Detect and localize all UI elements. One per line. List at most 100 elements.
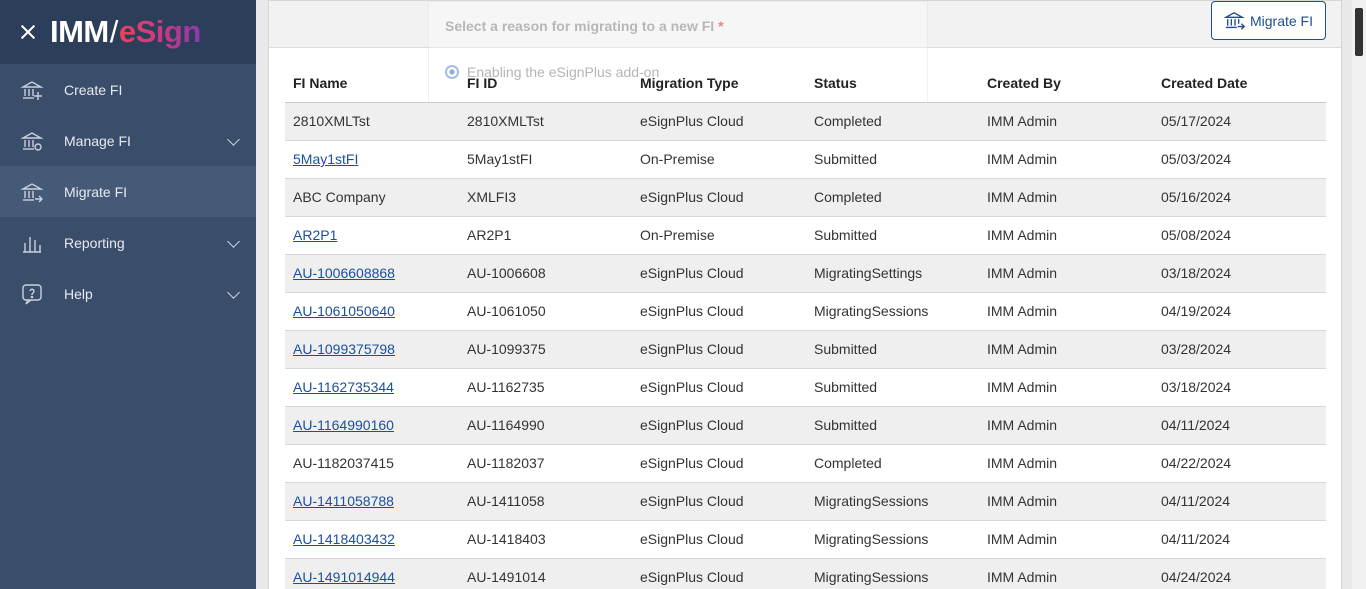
col-header-fi-name[interactable]: FI Name xyxy=(285,64,459,103)
scrollbar-thumb[interactable] xyxy=(1355,8,1363,56)
cell-created-by: IMM Admin xyxy=(979,178,1153,217)
table-row: AU-1182037415 AU-1182037 eSignPlus Cloud Co… xyxy=(285,444,1326,483)
sidebar-item-label: Help xyxy=(64,285,93,302)
cell-created-by: IMM Admin xyxy=(979,406,1153,445)
dialog-question: Select a reason for migrating to a new F… xyxy=(445,18,724,34)
bank-arrow-icon xyxy=(1223,11,1246,30)
cell-status: Completed xyxy=(806,444,979,483)
cell-fi-id: AU-1006608 xyxy=(459,254,632,293)
bank-gear-icon xyxy=(20,129,44,153)
cell-created-by: IMM Admin xyxy=(979,292,1153,331)
cell-migration-type: eSignPlus Cloud xyxy=(632,406,806,445)
cell-created-by: IMM Admin xyxy=(979,216,1153,255)
fi-name-link[interactable]: AU-1411058788 xyxy=(293,493,394,509)
cell-status: Completed xyxy=(806,178,979,217)
cell-created-date: 04/24/2024 xyxy=(1153,558,1326,589)
cell-migration-type: eSignPlus Cloud xyxy=(632,292,806,331)
logo-slash: / xyxy=(109,14,119,49)
cell-fi-id: AU-1491014 xyxy=(459,558,632,589)
fi-name-link[interactable]: AU-1418403432 xyxy=(293,531,395,547)
table-row: AU-1164990160 AU-1164990 eSignPlus Cloud Su… xyxy=(285,406,1326,445)
bank-arrow-icon xyxy=(20,180,44,204)
cell-fi-name: AU-1006608868 xyxy=(285,254,459,293)
table-row: 2810XMLTst 2810XMLTst eSignPlus Cloud Compl… xyxy=(285,102,1326,141)
table-row: AU-1491014944 AU-1491014 eSignPlus Cloud Mi… xyxy=(285,558,1326,589)
cell-migration-type: eSignPlus Cloud xyxy=(632,482,806,521)
cell-created-date: 03/18/2024 xyxy=(1153,254,1326,293)
cell-fi-name: AU-1162735344 xyxy=(285,368,459,407)
cell-fi-name: AR2P1 xyxy=(285,216,459,255)
cell-created-by: IMM Admin xyxy=(979,558,1153,589)
cell-migration-type: On-Premise xyxy=(632,216,806,255)
chevron-down-icon[interactable] xyxy=(227,286,240,299)
cell-fi-id: AU-1411058 xyxy=(459,482,632,521)
fi-name-link[interactable]: AU-1006608868 xyxy=(293,265,395,281)
close-icon[interactable] xyxy=(18,22,38,42)
col-header-migration-type[interactable]: Migration Type xyxy=(632,64,806,103)
sidebar-item-label: Create FI xyxy=(64,81,123,98)
cell-created-by: IMM Admin xyxy=(979,254,1153,293)
cell-created-by: IMM Admin xyxy=(979,102,1153,141)
cell-fi-name: AU-1411058788 xyxy=(285,482,459,521)
cell-fi-id: AU-1418403 xyxy=(459,520,632,559)
cell-created-date: 04/11/2024 xyxy=(1153,520,1326,559)
cell-created-date: 05/03/2024 xyxy=(1153,140,1326,179)
cell-status: MigratingSessions xyxy=(806,292,979,331)
cell-created-date: 04/11/2024 xyxy=(1153,482,1326,521)
sidebar-item-help[interactable]: Help xyxy=(0,268,256,319)
cell-migration-type: eSignPlus Cloud xyxy=(632,102,806,141)
logo-imm-text: IMM xyxy=(50,14,109,49)
app-logo: IMM / eSign xyxy=(50,14,201,50)
cell-created-by: IMM Admin xyxy=(979,520,1153,559)
fi-table-panel: Select a reason for migrating to a new F… xyxy=(268,0,1342,589)
cell-fi-name: AU-1099375798 xyxy=(285,330,459,369)
migrate-fi-label: Migrate FI xyxy=(1249,12,1313,29)
cell-status: Submitted xyxy=(806,330,979,369)
cell-status: MigratingSessions xyxy=(806,558,979,589)
fi-name-link[interactable]: AU-1164990160 xyxy=(293,417,394,433)
page-scrollbar[interactable] xyxy=(1352,0,1366,589)
fi-name-link[interactable]: AR2P1 xyxy=(293,227,337,243)
chevron-down-icon[interactable] xyxy=(227,235,240,248)
fi-name-link[interactable]: AU-1061050640 xyxy=(293,303,395,319)
chevron-down-icon[interactable] xyxy=(227,133,240,146)
fi-migration-table: FI Name FI ID Migration Type Status Crea… xyxy=(285,64,1326,589)
cell-fi-name: AU-1491014944 xyxy=(285,558,459,589)
cell-status: Submitted xyxy=(806,406,979,445)
cell-migration-type: eSignPlus Cloud xyxy=(632,330,806,369)
cell-created-date: 05/17/2024 xyxy=(1153,102,1326,141)
cell-fi-id: AU-1162735 xyxy=(459,368,632,407)
fi-name-link[interactable]: AU-1162735344 xyxy=(293,379,394,395)
cell-status: Submitted xyxy=(806,140,979,179)
main-content: Select a reason for migrating to a new F… xyxy=(256,0,1352,589)
col-header-created-date[interactable]: Created Date xyxy=(1153,64,1326,103)
cell-status: MigratingSessions xyxy=(806,520,979,559)
cell-fi-id: AU-1061050 xyxy=(459,292,632,331)
sidebar-item-label: Migrate FI xyxy=(64,183,128,200)
sidebar: IMM / eSign Create FI Manage FI Migrate FI… xyxy=(0,0,256,589)
fi-name-link[interactable]: AU-1099375798 xyxy=(293,341,395,357)
cell-fi-id: AU-1182037 xyxy=(459,444,632,483)
cell-migration-type: On-Premise xyxy=(632,140,806,179)
cell-fi-name: AU-1164990160 xyxy=(285,406,459,445)
cell-status: MigratingSessions xyxy=(806,482,979,521)
col-header-status[interactable]: Status xyxy=(806,64,979,103)
sidebar-item-reporting[interactable]: Reporting xyxy=(0,217,256,268)
cell-migration-type: eSignPlus Cloud xyxy=(632,558,806,589)
cell-fi-name: ABC Company xyxy=(285,178,459,217)
fi-name-link[interactable]: 5May1stFI xyxy=(293,151,358,167)
migrate-fi-button[interactable]: Migrate FI xyxy=(1211,1,1326,40)
cell-fi-id: 2810XMLTst xyxy=(459,102,632,141)
col-header-created-by[interactable]: Created By xyxy=(979,64,1153,103)
fi-name-text: AU-1182037415 xyxy=(293,455,394,471)
col-header-fi-id[interactable]: FI ID xyxy=(459,64,632,103)
sidebar-item-create-fi[interactable]: Create FI xyxy=(0,64,256,115)
sidebar-item-migrate-fi[interactable]: Migrate FI xyxy=(0,166,256,217)
table-row: AU-1418403432 AU-1418403 eSignPlus Cloud Mi… xyxy=(285,520,1326,559)
cell-status: Submitted xyxy=(806,216,979,255)
sidebar-item-manage-fi[interactable]: Manage FI xyxy=(0,115,256,166)
bar-chart-icon xyxy=(20,231,44,255)
fi-name-link[interactable]: AU-1491014944 xyxy=(293,569,395,585)
table-body: 2810XMLTst 2810XMLTst eSignPlus Cloud Compl… xyxy=(285,102,1326,589)
sidebar-header: IMM / eSign xyxy=(0,0,256,64)
